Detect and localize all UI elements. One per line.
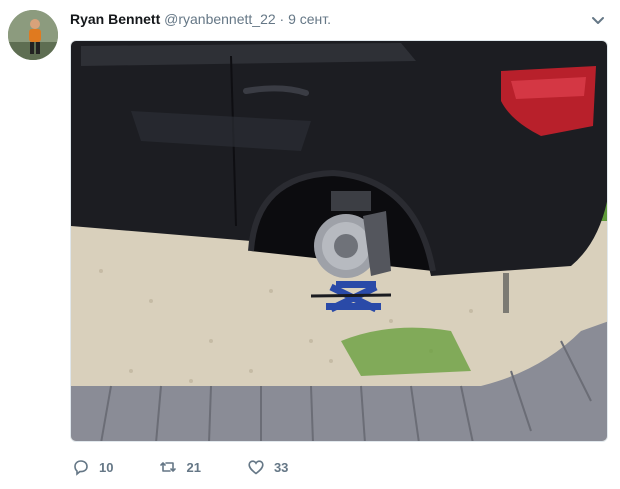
reply-count: 10 <box>99 459 114 475</box>
retweet-count: 21 <box>186 459 201 475</box>
retweet-button[interactable]: 21 <box>159 458 201 476</box>
tweet-photo[interactable] <box>70 40 608 442</box>
like-count: 33 <box>273 459 289 475</box>
car-photo <box>71 41 607 441</box>
tweet-card[interactable]: Ryan Bennett @ryanbennett_22 · 9 сент. 1… <box>0 0 620 489</box>
like-button[interactable]: 33 <box>247 458 288 476</box>
tweet-header: Ryan Bennett @ryanbennett_22 · 9 сент. <box>70 10 331 28</box>
separator-dot: · <box>279 11 285 27</box>
author-handle[interactable]: @ryanbennett_22 <box>164 11 276 27</box>
chevron-down-icon[interactable] <box>590 12 606 28</box>
retweet-icon <box>160 462 177 472</box>
reply-icon <box>74 460 88 476</box>
heart-icon <box>248 460 264 475</box>
tweet-actions: 10 21 33 <box>72 456 334 478</box>
author-name[interactable]: Ryan Bennett <box>70 11 160 27</box>
reply-button[interactable]: 10 <box>72 458 113 476</box>
avatar[interactable] <box>8 10 58 60</box>
tweet-timestamp[interactable]: 9 сент. <box>288 11 331 27</box>
avatar-image <box>8 10 58 60</box>
